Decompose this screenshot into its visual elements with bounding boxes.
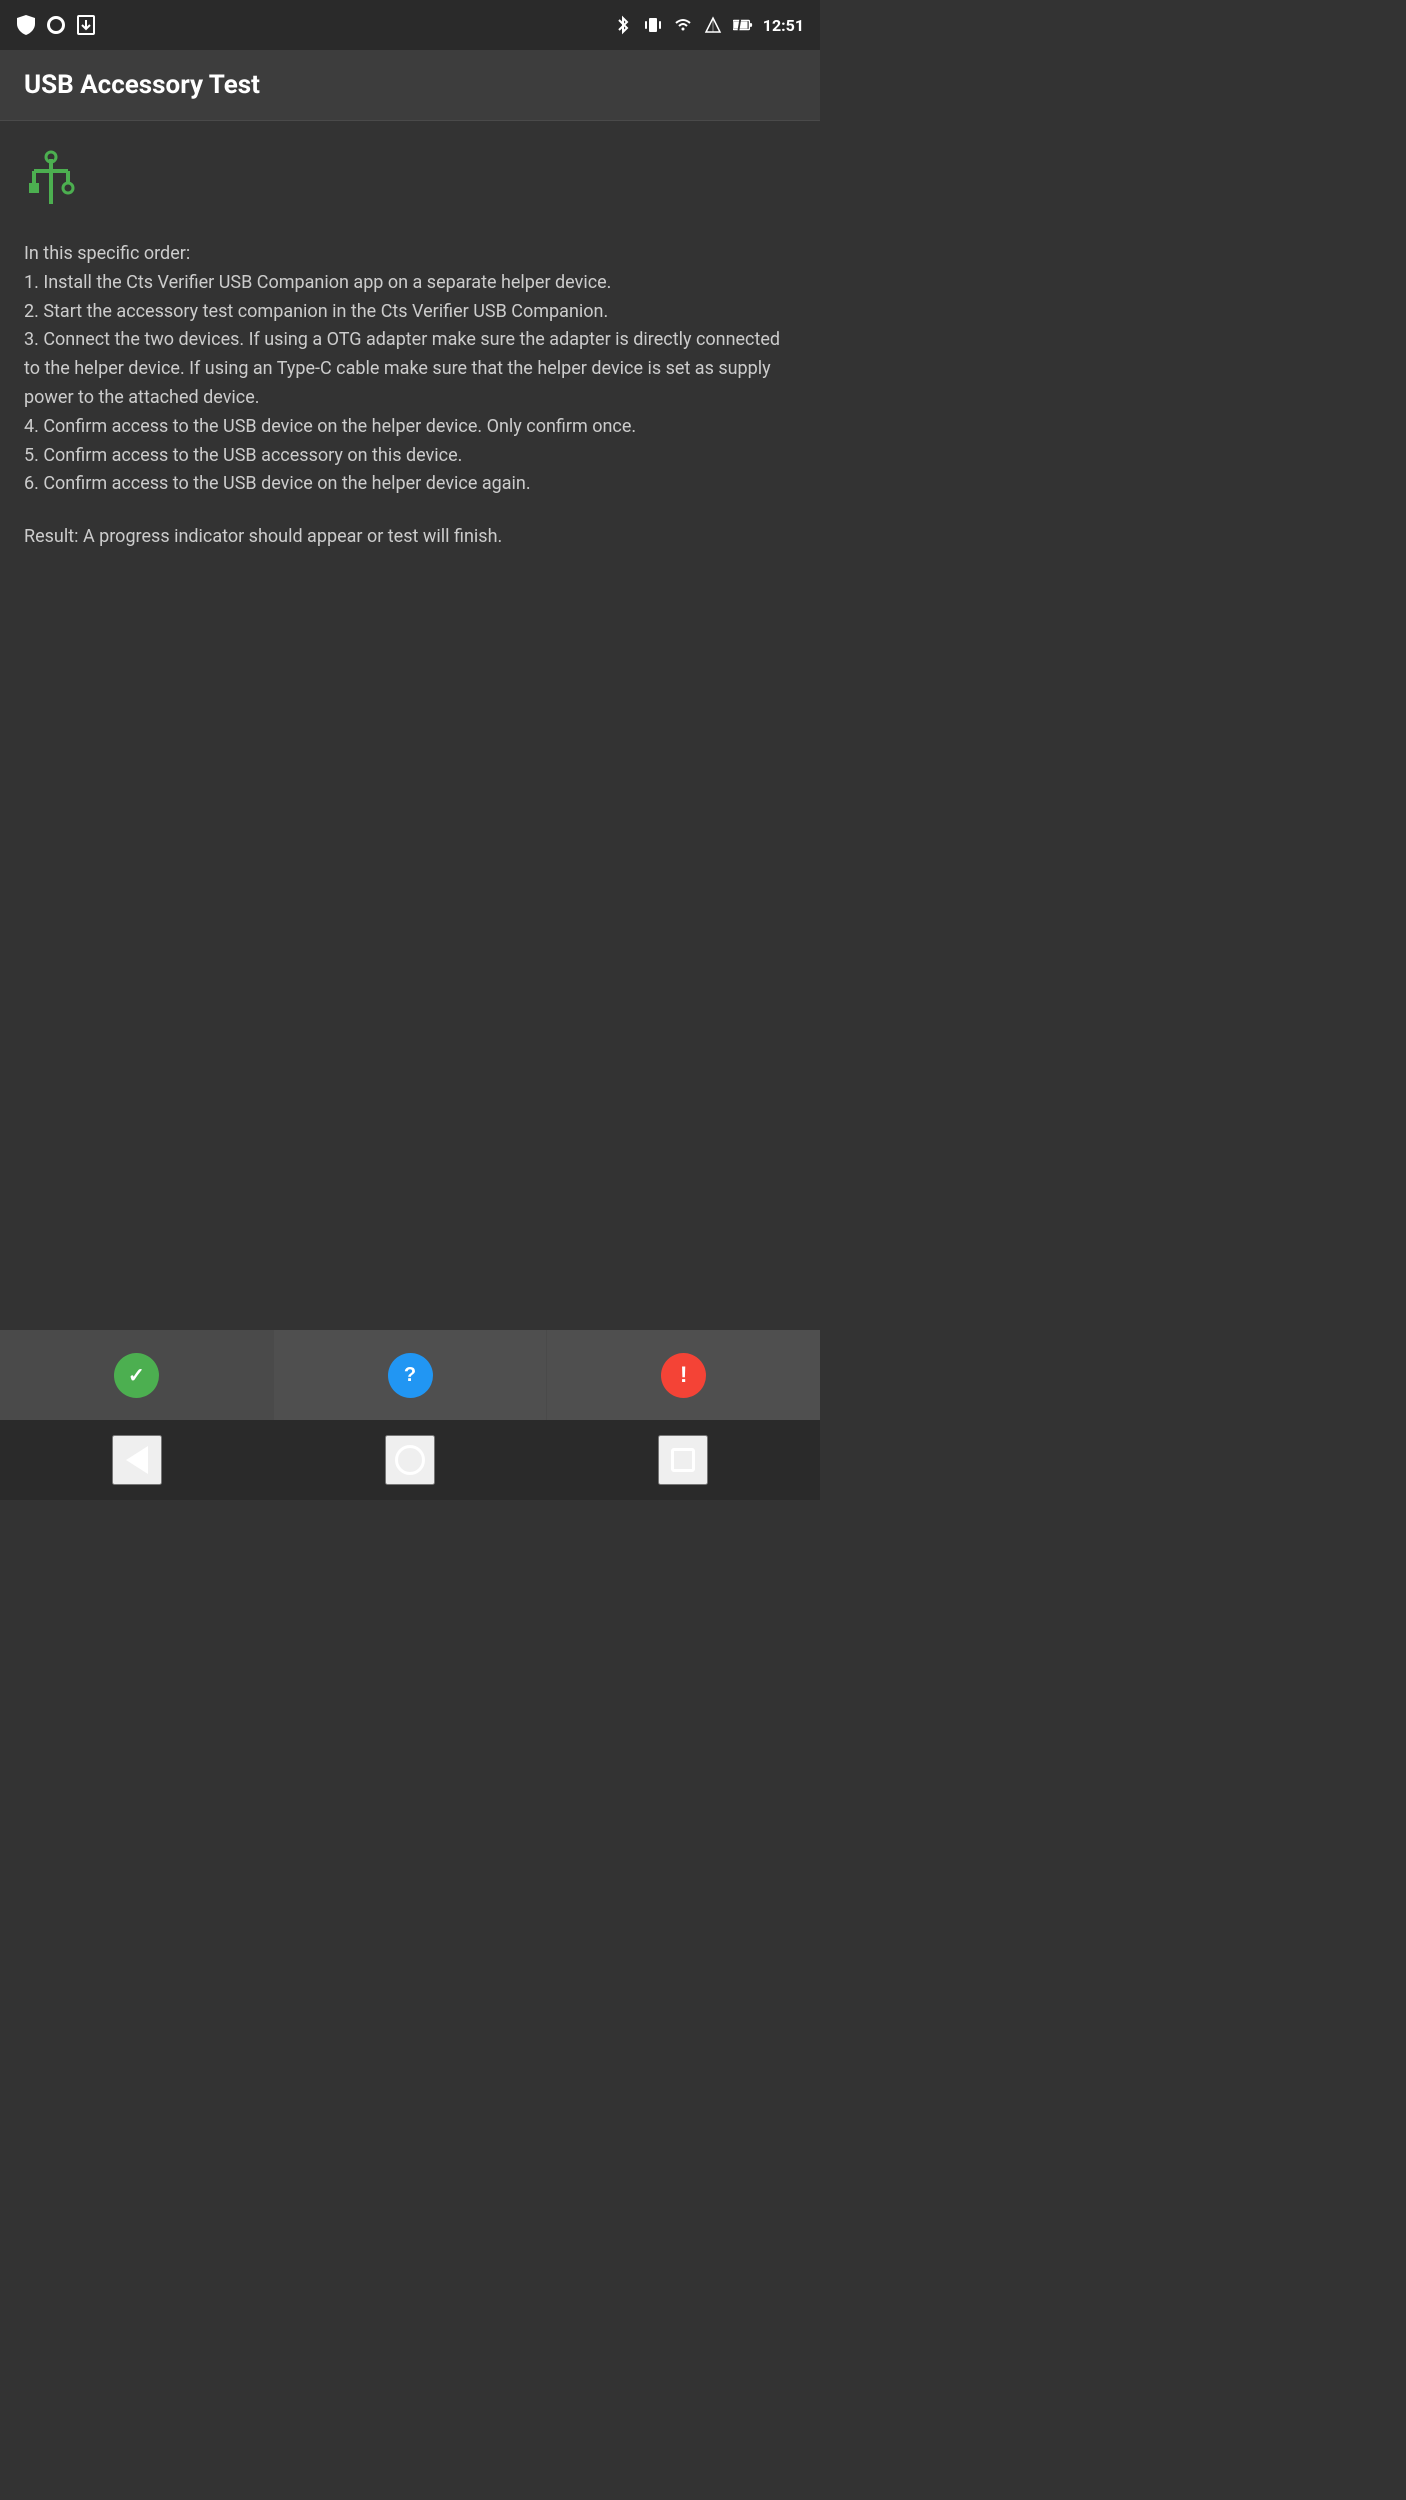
download-icon [76,15,96,35]
pass-icon: ✓ [114,1353,159,1398]
instructions-text: In this specific order: 1. Install the C… [24,240,796,499]
status-bar: 12:51 [0,0,820,50]
pass-button[interactable]: ✓ [0,1330,274,1420]
shield-icon [16,15,36,35]
main-content: In this specific order: 1. Install the C… [0,121,820,576]
back-icon [126,1446,148,1474]
recent-icon [671,1448,695,1472]
page-title: USB Accessory Test [24,70,796,100]
status-bar-right-icons: 12:51 [613,15,804,35]
recent-button[interactable] [658,1435,708,1485]
fail-icon: ! [661,1353,706,1398]
battery-icon [733,15,753,35]
info-button[interactable]: ? [274,1330,548,1420]
result-text: Result: A progress indicator should appe… [24,523,796,552]
status-bar-left-icons [16,15,96,35]
back-button[interactable] [112,1435,162,1485]
home-button[interactable] [385,1435,435,1485]
signal-icon [703,15,723,35]
usb-icon [24,149,796,220]
info-icon: ? [388,1353,433,1398]
bluetooth-icon [613,15,633,35]
time-display: 12:51 [763,16,804,35]
wifi-icon [673,15,693,35]
vibrate-icon [643,15,663,35]
fail-button[interactable]: ! [547,1330,820,1420]
bottom-action-bar: ✓ ? ! [0,1330,820,1420]
nav-bar [0,1420,820,1500]
app-header: USB Accessory Test [0,50,820,121]
circle-icon [46,15,66,35]
home-icon [395,1445,425,1475]
